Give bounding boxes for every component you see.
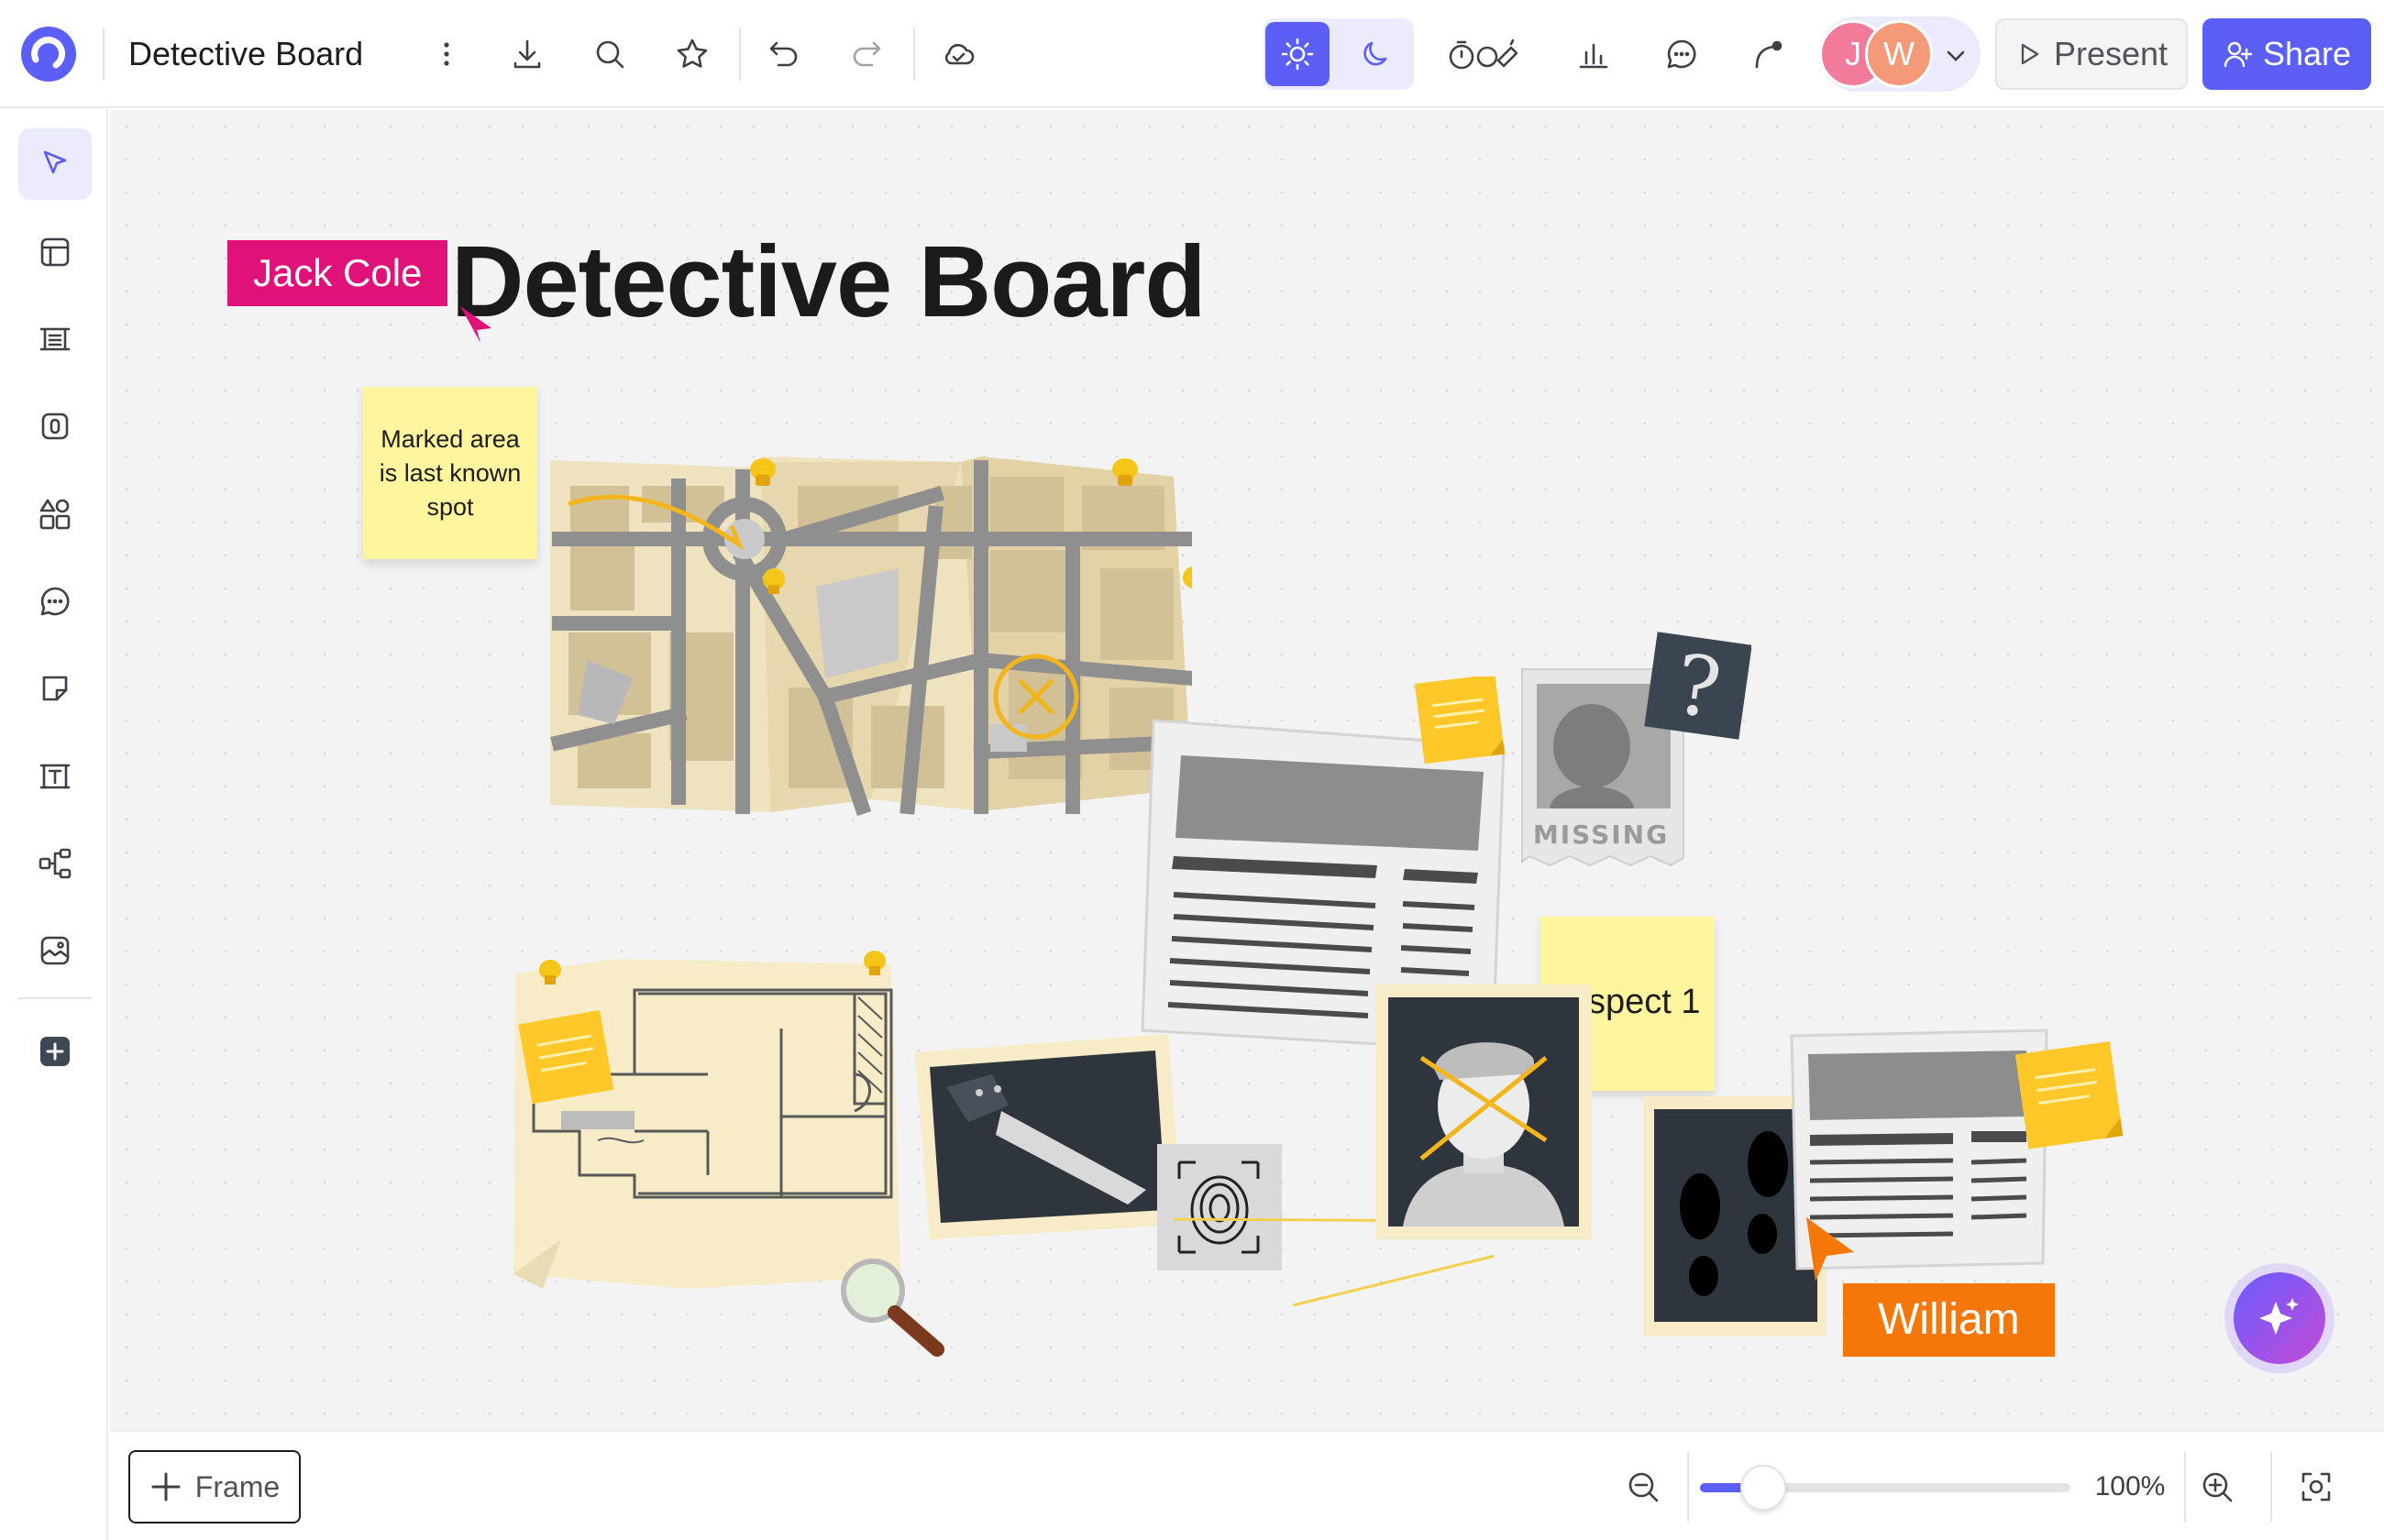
dark-theme-button[interactable] — [1344, 22, 1408, 86]
chart-icon — [1579, 43, 1608, 69]
undo-button[interactable] — [755, 25, 813, 83]
present-label: Present — [2053, 35, 2169, 72]
star-icon — [677, 38, 708, 68]
shapes-tool[interactable] — [18, 478, 92, 550]
zoom-in-icon — [2202, 1472, 2233, 1502]
zoom-slider-thumb[interactable] — [1739, 1465, 1786, 1511]
fit-to-screen-button[interactable] — [2287, 1458, 2345, 1516]
sun-icon — [1281, 38, 1314, 71]
map-pins — [750, 458, 1138, 486]
more-button[interactable] — [417, 25, 476, 83]
left-toolbar — [0, 108, 108, 1540]
undo-icon — [769, 41, 798, 67]
share-button[interactable]: Share — [2202, 18, 2371, 90]
sticker-icon — [41, 412, 69, 440]
cursor-pointer-william-icon — [1806, 1217, 1854, 1282]
connector-button[interactable] — [1738, 25, 1797, 83]
frame-icon — [39, 327, 71, 351]
plus-icon — [151, 1472, 181, 1502]
layout-icon — [40, 237, 70, 267]
app-logo[interactable] — [17, 0, 81, 108]
frame-tool[interactable] — [18, 303, 92, 375]
light-theme-button[interactable] — [1265, 22, 1330, 86]
moon-icon — [1363, 41, 1387, 66]
cursor-label-jack: Jack Cole — [227, 240, 448, 306]
redo-button[interactable] — [837, 25, 896, 83]
comment-tool[interactable] — [18, 566, 92, 637]
timer-icon — [1449, 38, 1518, 70]
image-icon — [40, 936, 70, 965]
logo-icon — [21, 27, 76, 82]
redo-icon — [853, 41, 881, 67]
zoom-level[interactable]: 100% — [2080, 1458, 2180, 1516]
connector-icon — [1755, 40, 1782, 69]
search-button[interactable] — [580, 25, 639, 83]
download-button[interactable] — [498, 25, 557, 83]
template-tool[interactable] — [18, 216, 92, 288]
timer-button[interactable] — [1441, 25, 1529, 83]
comment-button[interactable] — [1652, 25, 1711, 83]
bottom-toolbar: Frame 100% — [110, 1430, 2384, 1540]
zoom-out-button[interactable] — [1614, 1458, 1672, 1516]
search-icon — [596, 40, 624, 69]
zoom-slider[interactable] — [1700, 1465, 2070, 1511]
cloud-sync-button[interactable] — [929, 25, 988, 83]
zoom-in-button[interactable] — [2188, 1458, 2246, 1516]
sticky-note-tool[interactable] — [18, 653, 92, 724]
frame-label: Frame — [194, 1469, 281, 1503]
play-icon — [2021, 43, 2039, 65]
cursor-arrow-icon — [43, 150, 67, 174]
zoom-out-icon — [1628, 1472, 1659, 1502]
plus-icon — [40, 1037, 70, 1066]
missing-label: MISSING — [1533, 820, 1669, 850]
download-icon — [513, 39, 541, 69]
city-map-image[interactable] — [550, 449, 1192, 962]
sticky-note-icon — [42, 676, 68, 701]
media-tool[interactable] — [18, 915, 92, 986]
sticky-note-last-known[interactable]: Marked area is last known spot — [363, 387, 537, 559]
text-icon — [39, 764, 71, 789]
fit-screen-icon — [2301, 1472, 2331, 1502]
mindmap-tool[interactable] — [18, 828, 92, 899]
board-title[interactable]: Detective Board — [451, 224, 1207, 340]
missing-person-poster[interactable]: ? MISSING — [1513, 625, 1751, 909]
select-tool[interactable] — [18, 128, 92, 200]
collaborators-menu[interactable]: J W — [1819, 16, 1981, 92]
add-tool[interactable] — [18, 1016, 92, 1087]
share-label: Share — [2262, 35, 2352, 72]
present-button[interactable]: Present — [1995, 18, 2188, 90]
sticker-tool[interactable] — [18, 390, 92, 462]
add-frame-button[interactable]: Frame — [128, 1450, 301, 1524]
suspect-photo[interactable] — [1375, 984, 1592, 1241]
comment-icon — [40, 587, 70, 616]
chevron-down-icon — [1947, 50, 1965, 61]
avatar-william[interactable]: W — [1865, 20, 1933, 88]
document-title[interactable]: Detective Board — [128, 35, 363, 73]
shapes-icon — [39, 499, 71, 530]
cursor-pointer-jack-icon — [460, 306, 491, 343]
chart-button[interactable] — [1564, 25, 1623, 83]
board-canvas[interactable]: Detective Board Jack Cole Marked area is… — [110, 110, 2384, 1430]
sparkle-icon — [2259, 1298, 2299, 1335]
more-icon — [444, 42, 449, 66]
cloud-icon — [944, 43, 975, 65]
comment-icon — [1667, 39, 1696, 69]
mindmap-icon — [39, 848, 72, 879]
cursor-label-william: William — [1843, 1283, 2055, 1357]
theme-toggle — [1264, 18, 1414, 90]
text-tool[interactable] — [18, 741, 92, 812]
ai-assistant-button[interactable] — [2224, 1263, 2334, 1373]
top-toolbar: Detective Board J W Present Share — [0, 0, 2384, 108]
favorite-button[interactable] — [663, 25, 722, 83]
add-user-icon — [2224, 41, 2253, 68]
